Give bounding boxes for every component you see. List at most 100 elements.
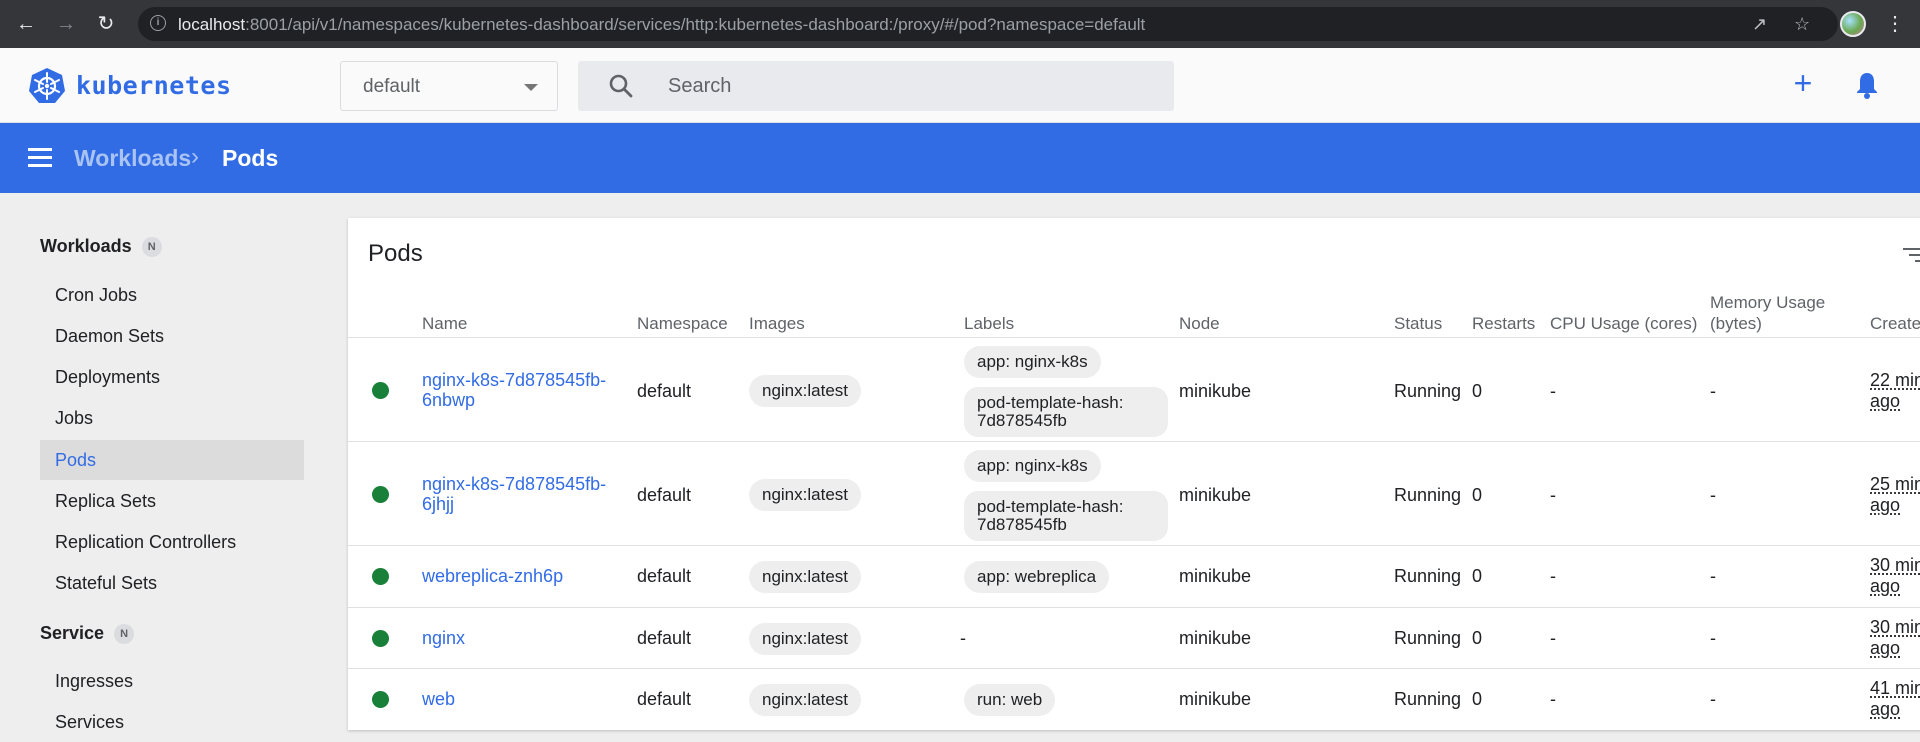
sidebar-item-pods[interactable]: Pods (40, 440, 304, 480)
status-cell: Running (1394, 566, 1462, 586)
forward-arrow-icon[interactable]: → (54, 12, 78, 36)
sidebar-item-daemon-sets[interactable]: Daemon Sets (40, 316, 304, 356)
search-input[interactable] (668, 61, 1158, 111)
age-line: 41 min (1870, 678, 1920, 698)
age-line: 30 min (1870, 555, 1920, 575)
profile-avatar[interactable] (1840, 11, 1866, 37)
bell-icon[interactable] (1853, 70, 1881, 100)
reload-icon[interactable]: ↻ (94, 12, 118, 36)
namespace-cell: default (637, 628, 692, 648)
plus-icon[interactable]: + (1788, 67, 1818, 99)
pod-name-link[interactable]: nginx-k8s-7d878545fb- 6nbwp (422, 370, 622, 410)
breadcrumb-workloads[interactable]: Workloads (74, 145, 191, 172)
node-cell: minikube (1179, 381, 1252, 401)
restarts-cell: 0 (1472, 485, 1483, 505)
pod-name-line: 6jhjj (422, 494, 455, 514)
pods-card: Pods Name Namespace Images Labels Node S… (348, 218, 1920, 730)
share-icon[interactable]: ↗ (1752, 13, 1767, 35)
table-row[interactable]: nginx default nginx:latest - minikube Ru… (348, 607, 1920, 668)
brand-name[interactable]: kubernetes (76, 71, 232, 100)
age-line: ago (1870, 699, 1901, 719)
cpu-cell: - (1550, 689, 1556, 709)
table-row[interactable]: webreplica-znh6p default nginx:latest ap… (348, 545, 1920, 607)
status-cell: Running (1394, 381, 1462, 401)
pod-name-link[interactable]: nginx-k8s-7d878545fb- 6jhjj (422, 474, 622, 514)
node-cell: minikube (1179, 628, 1252, 648)
column-header-created[interactable]: Create (1870, 313, 1920, 334)
column-header-name[interactable]: Name (422, 313, 467, 334)
menu-icon[interactable] (28, 148, 52, 168)
memory-cell: - (1710, 628, 1716, 648)
status-dot-icon (372, 691, 389, 708)
image-chip: nginx:latest (749, 479, 861, 511)
created-cell: 30 min ago (1870, 555, 1920, 597)
age-line: 22 min (1870, 370, 1920, 390)
namespace-value: default (363, 76, 421, 97)
sidebar-item-stateful-sets[interactable]: Stateful Sets (40, 563, 304, 603)
status-dot-icon (372, 382, 389, 399)
created-cell: 41 min ago (1870, 678, 1920, 720)
node-cell: minikube (1179, 485, 1252, 505)
label-chip: pod-template-hash: 7d878545fb (964, 491, 1168, 541)
sidebar-item-deployments[interactable]: Deployments (40, 357, 304, 397)
label-chip: pod-template-hash: 7d878545fb (964, 387, 1168, 437)
sidebar-item-jobs[interactable]: Jobs (40, 398, 304, 438)
address-bar[interactable]: i localhost:8001/api/v1/namespaces/kuber… (138, 7, 1838, 41)
age-line: ago (1870, 576, 1901, 596)
sidebar-item-ingresses[interactable]: Ingresses (40, 661, 304, 701)
column-header-namespace[interactable]: Namespace (637, 313, 728, 334)
node-cell: minikube (1179, 689, 1252, 709)
sidebar-item-services[interactable]: Services (40, 702, 304, 742)
sidebar-item-replication-controllers[interactable]: Replication Controllers (40, 522, 304, 562)
label-chip: run: web (964, 684, 1056, 716)
sidebar-section-workloads[interactable]: Workloads N (40, 236, 162, 257)
namespace-cell: default (637, 689, 692, 709)
table-row[interactable]: web default nginx:latest run: web miniku… (348, 668, 1920, 730)
sidebar-item-replica-sets[interactable]: Replica Sets (40, 481, 304, 521)
sidebar: Workloads N Cron Jobs Daemon Sets Deploym… (0, 193, 326, 740)
url-text[interactable]: localhost:8001/api/v1/namespaces/kuberne… (178, 15, 1145, 35)
star-icon[interactable]: ☆ (1794, 13, 1810, 35)
cpu-cell: - (1550, 566, 1556, 586)
chevron-down-icon (524, 84, 538, 91)
label-chip: app: webreplica (964, 561, 1110, 593)
age-line: 25 min (1870, 474, 1920, 494)
chevron-right-icon: › (191, 143, 199, 170)
pod-name-link[interactable]: web (422, 689, 622, 709)
column-header-cpu[interactable]: CPU Usage (cores) (1550, 313, 1697, 334)
pod-name-link[interactable]: nginx (422, 628, 622, 648)
sidebar-item-cron-jobs[interactable]: Cron Jobs (40, 275, 304, 315)
status-cell: Running (1394, 689, 1462, 709)
table-row[interactable]: nginx-k8s-7d878545fb- 6nbwp default nginx… (348, 337, 1920, 441)
age-line: ago (1870, 638, 1901, 658)
kubernetes-logo-icon[interactable] (28, 67, 66, 105)
namespace-cell: default (637, 566, 692, 586)
column-header-restarts[interactable]: Restarts (1472, 313, 1535, 334)
created-cell: 30 min ago (1870, 617, 1920, 659)
namespace-select[interactable]: default (340, 61, 558, 111)
cpu-cell: - (1550, 381, 1556, 401)
app-header: kubernetes default + (0, 48, 1920, 123)
back-arrow-icon[interactable]: ← (14, 12, 38, 36)
more-options-icon[interactable]: ⋮ (1885, 12, 1905, 36)
pod-name-link[interactable]: webreplica-znh6p (422, 566, 622, 586)
node-cell: minikube (1179, 566, 1252, 586)
breadcrumb-current: Pods (222, 145, 279, 171)
age-line: ago (1870, 391, 1901, 411)
memory-cell: - (1710, 381, 1716, 401)
namespace-cell: default (637, 485, 692, 505)
column-header-node[interactable]: Node (1179, 313, 1220, 334)
column-header-status[interactable]: Status (1394, 313, 1442, 334)
image-chip: nginx:latest (749, 623, 861, 655)
info-icon[interactable]: i (150, 15, 166, 31)
created-cell: 22 min ago (1870, 370, 1920, 412)
filter-icon[interactable] (1903, 248, 1920, 264)
restarts-cell: 0 (1472, 381, 1483, 401)
label-chip: app: nginx-k8s (964, 450, 1101, 482)
column-header-memory[interactable]: Memory Usage (bytes) (1710, 292, 1825, 334)
breadcrumb-toolbar: Workloads › Pods (0, 123, 1920, 193)
sidebar-section-service[interactable]: Service N (40, 623, 135, 644)
new-badge: N (141, 237, 162, 257)
image-chip: nginx:latest (749, 684, 861, 716)
table-row[interactable]: nginx-k8s-7d878545fb- 6jhjj default nginx… (348, 441, 1920, 545)
